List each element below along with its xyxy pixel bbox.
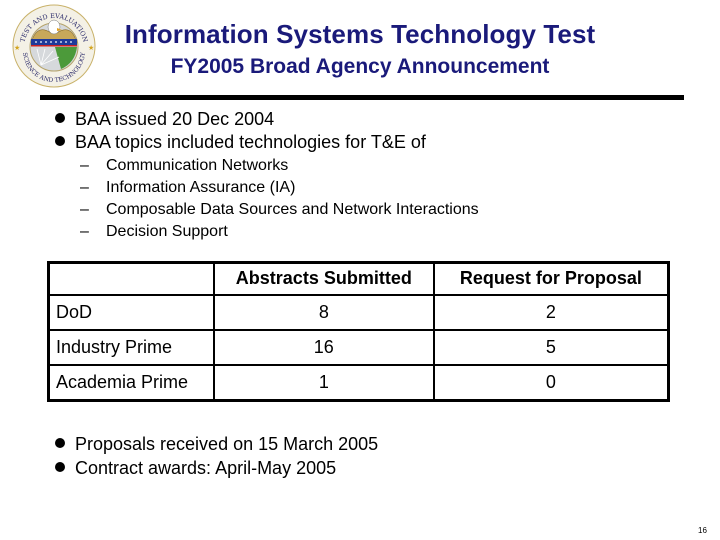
rfp-cell: 2 xyxy=(432,293,670,331)
svg-text:★: ★ xyxy=(14,44,20,52)
dash-icon: – xyxy=(80,223,89,240)
sub-bullet-text: Information Assurance (IA) xyxy=(106,179,296,196)
bullet-item: BAA topics included technologies for T&E… xyxy=(55,131,426,153)
column-header-abstracts: Abstracts Submitted xyxy=(212,261,435,296)
table-row: DoD 8 2 xyxy=(47,293,670,331)
sub-bullet-item: – Decision Support xyxy=(80,221,228,243)
row-label: Academia Prime xyxy=(47,363,215,402)
sub-bullet-item: – Information Assurance (IA) xyxy=(80,177,295,199)
sub-bullet-item: – Communication Networks xyxy=(80,155,288,177)
table-row: Industry Prime 16 5 xyxy=(47,328,670,366)
abstracts-cell: 16 xyxy=(212,328,435,366)
row-label: Industry Prime xyxy=(47,328,215,366)
slide-subtitle: FY2005 Broad Agency Announcement xyxy=(170,55,550,78)
svg-text:★: ★ xyxy=(88,44,94,52)
sub-bullet-item: – Composable Data Sources and Network Int… xyxy=(80,199,479,221)
table-row: Academia Prime 1 0 xyxy=(47,363,670,402)
bullet-text: Contract awards: April-May 2005 xyxy=(75,458,337,478)
bullet-item: Contract awards: April-May 2005 xyxy=(55,457,336,479)
bullet-text: Proposals received on 15 March 2005 xyxy=(75,434,379,454)
bullet-item: BAA issued 20 Dec 2004 xyxy=(55,108,274,130)
sub-bullet-text: Communication Networks xyxy=(106,157,289,174)
abstracts-cell: 1 xyxy=(212,363,435,402)
column-header-blank xyxy=(47,261,215,296)
test-and-evaluation-seal-icon: ★ ★ TEST AND EVALUATION SCIENCE AND TECH… xyxy=(12,4,96,88)
bullet-text: BAA issued 20 Dec 2004 xyxy=(75,109,275,129)
column-header-rfp: Request for Proposal xyxy=(432,261,670,296)
bullet-dot-icon xyxy=(55,113,65,123)
bullet-text: BAA topics included technologies for T&E… xyxy=(75,132,426,152)
rfp-cell: 5 xyxy=(432,328,670,366)
dash-icon: – xyxy=(80,201,89,218)
row-label: DoD xyxy=(47,293,215,331)
sub-bullet-text: Decision Support xyxy=(106,223,228,240)
bullet-dot-icon xyxy=(55,136,65,146)
dash-icon: – xyxy=(80,179,89,196)
bullet-dot-icon xyxy=(55,438,65,448)
rfp-cell: 0 xyxy=(432,363,670,402)
slide-title: Information Systems Technology Test xyxy=(124,19,596,49)
title-divider xyxy=(40,95,684,100)
bullet-dot-icon xyxy=(55,462,65,472)
page-number: 16 xyxy=(698,526,707,535)
baa-results-table: Abstracts Submitted Request for Proposal… xyxy=(47,261,670,402)
table-header-row: Abstracts Submitted Request for Proposal xyxy=(47,261,670,296)
sub-bullet-text: Composable Data Sources and Network Inte… xyxy=(106,201,479,218)
bullet-item: Proposals received on 15 March 2005 xyxy=(55,433,378,455)
dash-icon: – xyxy=(80,157,89,174)
abstracts-cell: 8 xyxy=(212,293,435,331)
